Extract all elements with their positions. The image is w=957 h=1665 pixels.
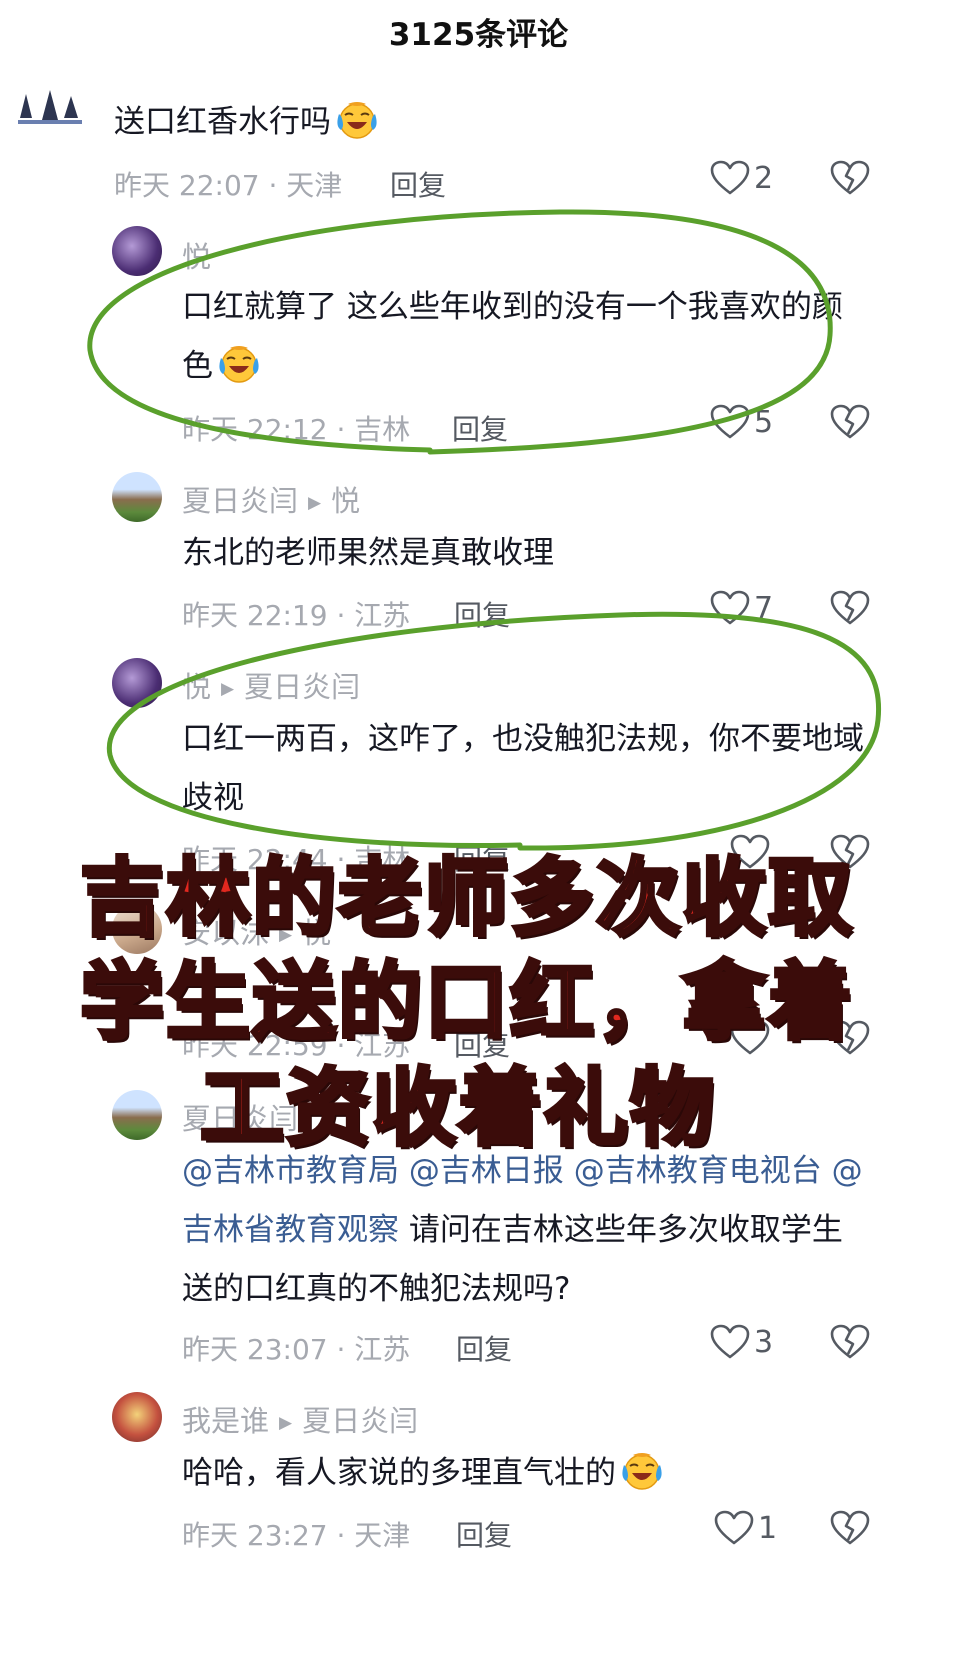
laughing-crying-emoji <box>217 344 261 384</box>
avatar[interactable] <box>112 1090 162 1140</box>
avatar[interactable] <box>112 1392 162 1442</box>
laughing-crying-emoji <box>620 1451 664 1491</box>
dislike-button[interactable] <box>830 1510 870 1550</box>
like-button[interactable]: 7 <box>710 590 773 630</box>
like-button[interactable]: 2 <box>710 160 773 200</box>
overlay-caption-line-3: 工资收着礼物 <box>198 1057 717 1159</box>
broken-heart-icon <box>830 160 870 196</box>
heart-icon <box>710 590 750 626</box>
comment-text: @吉林市教育局 @吉林日报 @吉林教育电视台 @吉林省教育观察 请问在吉林这些年… <box>182 1153 863 1307</box>
comment-time-location: 昨天 23:07 · 江苏 <box>182 1333 411 1366</box>
reply-button[interactable]: 回复 <box>390 164 446 204</box>
play-arrow-icon: ▶ <box>221 679 235 699</box>
reply-button[interactable]: 回复 <box>456 1514 512 1554</box>
comment-text: 口红一两百，这咋了，也没触犯法规，你不要地域歧视 <box>182 721 864 816</box>
heart-icon <box>710 404 750 440</box>
like-button[interactable]: 3 <box>710 1324 773 1364</box>
dislike-button[interactable] <box>830 160 870 200</box>
comment-count-title: 3125条评论 <box>388 17 569 53</box>
overlay-caption-line-1: 吉林的老师多次收取 <box>78 847 855 949</box>
comment-author[interactable]: 夏日炎闫 ▶ 悦 <box>182 478 360 520</box>
broken-heart-icon <box>830 404 870 440</box>
comment-text: 东北的老师果然是真敢收理 <box>182 535 554 571</box>
comment-time-location: 昨天 22:12 · 吉林 <box>182 413 411 446</box>
comment-time-location: 昨天 22:07 · 天津 <box>114 169 343 202</box>
comment-author[interactable]: 悦 <box>182 234 211 276</box>
avatar[interactable] <box>112 472 162 522</box>
comment-time-location: 昨天 23:27 · 天津 <box>182 1519 411 1552</box>
avatar[interactable] <box>8 76 90 136</box>
broken-heart-icon <box>830 1324 870 1360</box>
dislike-button[interactable] <box>830 1324 870 1364</box>
avatar[interactable] <box>112 226 162 276</box>
heart-icon <box>714 1510 754 1546</box>
overlay-caption-line-2: 学生送的口红，拿着 <box>78 951 855 1053</box>
reply-button[interactable]: 回复 <box>454 594 510 634</box>
broken-heart-icon <box>830 1510 870 1546</box>
comment-text: 送口红香水行吗 <box>114 93 379 152</box>
dislike-button[interactable] <box>830 404 870 444</box>
avatar[interactable] <box>112 658 162 708</box>
laughing-crying-emoji <box>335 100 379 140</box>
comment-text: 口红就算了 这么些年收到的没有一个我喜欢的颜色 <box>182 289 843 384</box>
reply-button[interactable]: 回复 <box>452 408 508 448</box>
heart-icon <box>710 160 750 196</box>
reply-button[interactable]: 回复 <box>456 1328 512 1368</box>
dislike-button[interactable] <box>830 590 870 630</box>
comment-time-location: 昨天 22:19 · 江苏 <box>182 599 411 632</box>
broken-heart-icon <box>830 590 870 626</box>
like-button[interactable]: 5 <box>710 404 773 444</box>
comment-author[interactable]: 我是谁 ▶ 夏日炎闫 <box>182 1398 418 1440</box>
comment-author[interactable]: 悦 ▶ 夏日炎闫 <box>182 664 360 706</box>
play-arrow-icon: ▶ <box>308 493 322 513</box>
like-button[interactable]: 1 <box>714 1510 777 1550</box>
heart-icon <box>710 1324 750 1360</box>
play-arrow-icon: ▶ <box>279 1413 293 1433</box>
comment-text: 哈哈，看人家说的多理直气壮的 <box>182 1444 664 1503</box>
